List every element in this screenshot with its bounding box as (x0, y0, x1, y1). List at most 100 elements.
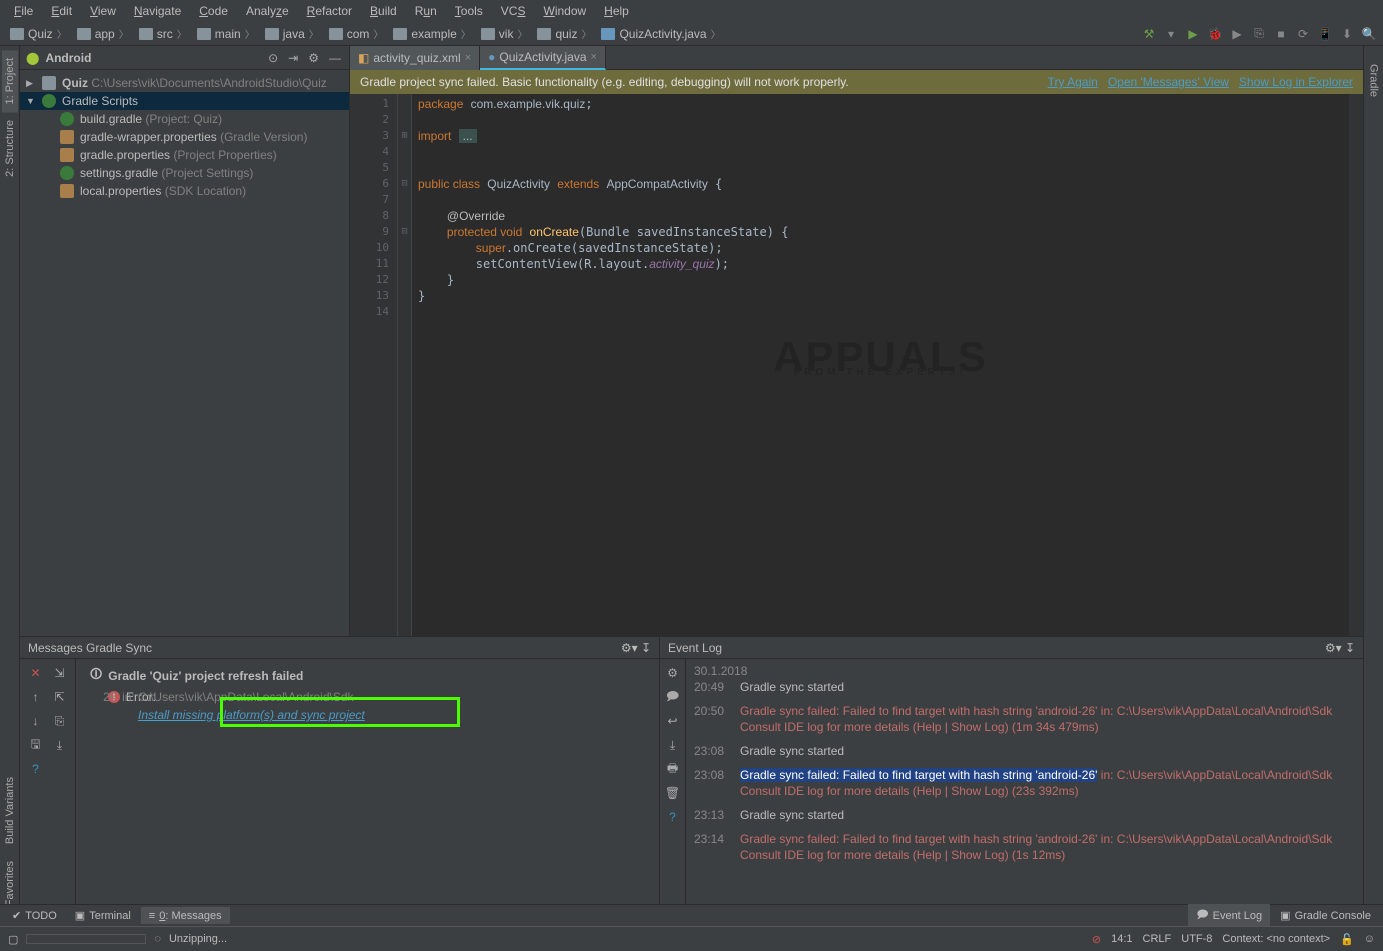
attach-debugger-button[interactable]: ⎘ (1251, 26, 1267, 42)
install-platform-link[interactable]: Install missing platform(s) and sync pro… (138, 708, 365, 722)
project-scope-label[interactable]: Android (45, 51, 260, 65)
eventlog-content[interactable]: 30.1.2018 20:49Gradle sync started 20:50… (686, 659, 1363, 926)
make-project-icon[interactable]: ⚒ (1141, 26, 1157, 42)
tree-root-quiz[interactable]: ▶ Quiz C:\Users\vik\Documents\AndroidStu… (20, 74, 349, 92)
menu-vcs[interactable]: VCS (493, 2, 534, 20)
run-config-dropdown[interactable]: ▾ (1163, 26, 1179, 42)
sdk-manager-button[interactable]: ⬇ (1339, 26, 1355, 42)
menu-run[interactable]: Run (407, 2, 445, 20)
cursor-position[interactable]: 14:1 (1111, 933, 1132, 945)
expand-all-icon[interactable]: ⇲ (50, 663, 70, 683)
collapse-all-icon[interactable]: ⇥ (286, 51, 300, 65)
gear-icon[interactable]: ⚙▾ (621, 641, 638, 655)
autoscroll-icon[interactable]: ⤓ (50, 735, 70, 755)
close-icon[interactable]: ✕ (26, 663, 46, 683)
export-icon[interactable]: 🖫 (26, 735, 46, 755)
hector-icon[interactable]: ☺ (1364, 933, 1375, 945)
crumb-example[interactable]: example〉 (389, 26, 474, 41)
print-icon[interactable]: 🖶 (663, 759, 683, 779)
tree-item-gradle-props[interactable]: gradle.properties (Project Properties) (20, 146, 349, 164)
tree-item-build-gradle[interactable]: build.gradle (Project: Quiz) (20, 110, 349, 128)
install-link-line[interactable]: Install missing platform(s) and sync pro… (90, 706, 659, 724)
tab-quizactivity-java[interactable]: ● QuizActivity.java × (480, 46, 606, 70)
scroll-from-source-icon[interactable]: ⊙ (266, 51, 280, 65)
prev-icon[interactable]: ↑ (26, 687, 46, 707)
next-icon[interactable]: ↓ (26, 711, 46, 731)
toolbtn-gradle-console[interactable]: ▣Gradle Console (1272, 904, 1379, 927)
close-icon[interactable]: × (591, 51, 597, 63)
crumb-src[interactable]: src〉 (135, 26, 191, 41)
menu-code[interactable]: Code (191, 2, 236, 20)
clear-icon[interactable]: 🗑 (663, 783, 683, 803)
tree-item-wrapper-props[interactable]: gradle-wrapper.properties (Gradle Versio… (20, 128, 349, 146)
crumb-vik[interactable]: vik〉 (477, 26, 532, 41)
avd-manager-button[interactable]: 📱 (1317, 26, 1333, 42)
crumb-app[interactable]: app〉 (73, 26, 133, 41)
line-number-gutter[interactable]: 1234567891011121314 (350, 94, 398, 636)
profile-button[interactable]: ▶ (1229, 26, 1245, 42)
tree-gradle-scripts[interactable]: ▼ Gradle Scripts (20, 92, 349, 110)
menu-view[interactable]: View (82, 2, 124, 20)
menu-tools[interactable]: Tools (447, 2, 491, 20)
toolbtn-messages[interactable]: ≡0: Messages (141, 907, 230, 924)
menu-build[interactable]: Build (362, 2, 405, 20)
help-icon[interactable]: ? (663, 807, 683, 827)
message-group-header[interactable]: 🛈 Gradle 'Quiz' project refresh failed (90, 663, 659, 688)
crumb-java[interactable]: java〉 (261, 26, 323, 41)
debug-button[interactable]: 🐞 (1207, 26, 1223, 42)
context-selector[interactable]: Context: <no context> (1222, 933, 1330, 945)
sync-button[interactable]: ⟳ (1295, 26, 1311, 42)
tree-item-settings-gradle[interactable]: settings.gradle (Project Settings) (20, 164, 349, 182)
menu-analyze[interactable]: Analyze (238, 2, 297, 20)
toolbtn-event-log[interactable]: 🗩Event Log (1188, 904, 1270, 927)
soft-wrap-icon[interactable]: ↩ (663, 711, 683, 731)
file-encoding[interactable]: UTF-8 (1181, 933, 1212, 945)
open-messages-link[interactable]: Open 'Messages' View (1108, 75, 1229, 89)
menu-refactor[interactable]: Refactor (299, 2, 360, 20)
toolbtn-terminal[interactable]: ▣Terminal (67, 907, 139, 924)
filter-icon[interactable]: ⎘ (50, 711, 70, 731)
error-stripe[interactable] (1349, 94, 1363, 636)
progress-bar[interactable] (26, 934, 146, 944)
crumb-quiz[interactable]: Quiz〉 (6, 26, 71, 41)
project-tree[interactable]: ▶ Quiz C:\Users\vik\Documents\AndroidStu… (20, 70, 349, 204)
hide-icon[interactable]: ↧ (1345, 641, 1355, 655)
toolbtn-todo[interactable]: ✔TODO (4, 907, 65, 924)
line-separator[interactable]: CRLF (1143, 933, 1172, 945)
collapse-all-icon[interactable]: ⇱ (50, 687, 70, 707)
tool-tab-build-variants[interactable]: Build Variants (2, 769, 18, 852)
message-error-line[interactable]: ! Error: Failed to find target with hash… (90, 688, 659, 706)
menu-window[interactable]: Window (535, 2, 594, 20)
gear-icon[interactable]: ⚙ (306, 51, 321, 65)
help-icon[interactable]: ? (26, 759, 46, 779)
menu-help[interactable]: Help (596, 2, 637, 20)
scroll-to-end-icon[interactable]: ⤓ (663, 735, 683, 755)
fold-gutter[interactable]: ⊞⊟⊟ (398, 94, 412, 636)
tool-tab-structure[interactable]: 2: Structure (2, 112, 18, 185)
crumb-file[interactable]: QuizActivity.java〉 (597, 26, 724, 41)
messages-content[interactable]: 🛈 Gradle 'Quiz' project refresh failed !… (76, 659, 659, 926)
gear-icon[interactable]: ⚙▾ (1325, 641, 1342, 655)
hide-icon[interactable]: — (327, 51, 343, 65)
menu-edit[interactable]: Edit (43, 2, 80, 20)
menu-file[interactable]: File (6, 2, 41, 20)
settings-icon[interactable]: ⚙ (663, 663, 683, 683)
tree-item-local-props[interactable]: local.properties (SDK Location) (20, 182, 349, 200)
crumb-com[interactable]: com〉 (325, 26, 388, 41)
lock-icon[interactable]: 🔓 (1340, 933, 1354, 946)
mark-read-icon[interactable]: 🗩 (663, 687, 683, 707)
crumb-main[interactable]: main〉 (193, 26, 259, 41)
try-again-link[interactable]: Try Again (1048, 75, 1098, 89)
search-everywhere-button[interactable]: 🔍 (1361, 26, 1377, 42)
error-indicator-icon[interactable]: ⊘ (1092, 933, 1101, 946)
tool-tab-gradle[interactable]: Gradle (1366, 56, 1382, 105)
crumb-quiz-pkg[interactable]: quiz〉 (533, 26, 595, 41)
code-editor[interactable]: package com.example.vik.quiz; import ...… (412, 94, 1349, 636)
close-icon[interactable]: × (465, 52, 471, 64)
tool-tab-project[interactable]: 1: Project (2, 50, 18, 112)
stop-button[interactable]: ■ (1273, 26, 1289, 42)
menu-navigate[interactable]: Navigate (126, 2, 189, 20)
show-log-link[interactable]: Show Log in Explorer (1239, 75, 1353, 89)
run-button[interactable]: ▶ (1185, 26, 1201, 42)
hide-icon[interactable]: ↧ (641, 641, 651, 655)
